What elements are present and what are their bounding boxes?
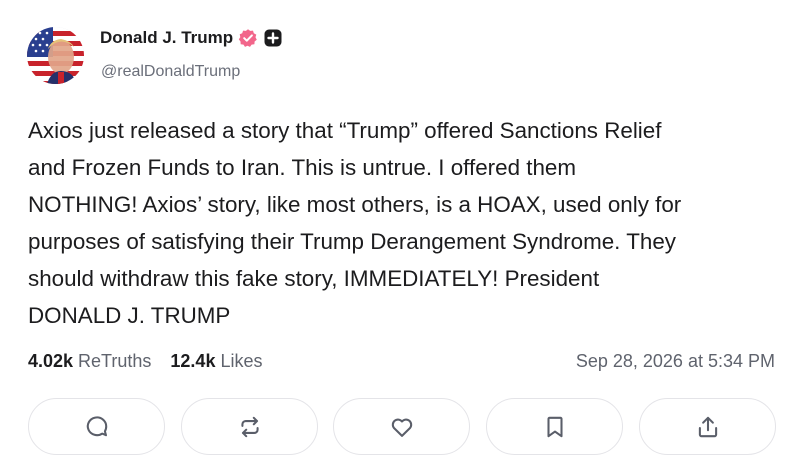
post-timestamp[interactable]: Sep 28, 2026 at 5:34 PM	[576, 349, 775, 373]
bookmark-button[interactable]	[486, 398, 623, 455]
plus-badge-icon	[264, 29, 282, 47]
post-stats: 4.02k ReTruths 12.4k Likes	[28, 349, 262, 373]
verified-badge-icon	[238, 28, 258, 48]
author-handle[interactable]: @realDonaldTrump	[101, 63, 240, 81]
likes-label[interactable]: Likes	[220, 351, 262, 372]
repost-icon	[240, 416, 259, 437]
post-card: Donald J. Trump @realDonaldTrump Axios j…	[0, 0, 800, 474]
author-avatar[interactable]	[27, 27, 84, 84]
share-icon	[698, 416, 717, 437]
bookmark-icon	[546, 416, 563, 437]
post-body-text: Axios just released a story that “Trump”…	[28, 118, 682, 328]
author-name-row: Donald J. Trump	[100, 26, 282, 50]
retruths-count[interactable]: 4.02k	[28, 351, 73, 372]
flag-avatar-image	[27, 27, 84, 84]
action-bar	[28, 398, 776, 455]
comment-icon	[86, 415, 107, 436]
heart-icon	[391, 418, 412, 437]
reply-button[interactable]	[28, 398, 165, 455]
retruth-button[interactable]	[181, 398, 318, 455]
retruths-label[interactable]: ReTruths	[78, 351, 151, 372]
likes-count[interactable]: 12.4k	[170, 351, 215, 372]
author-display-name[interactable]: Donald J. Trump	[100, 28, 233, 48]
share-button[interactable]	[639, 398, 776, 455]
like-button[interactable]	[333, 398, 470, 455]
